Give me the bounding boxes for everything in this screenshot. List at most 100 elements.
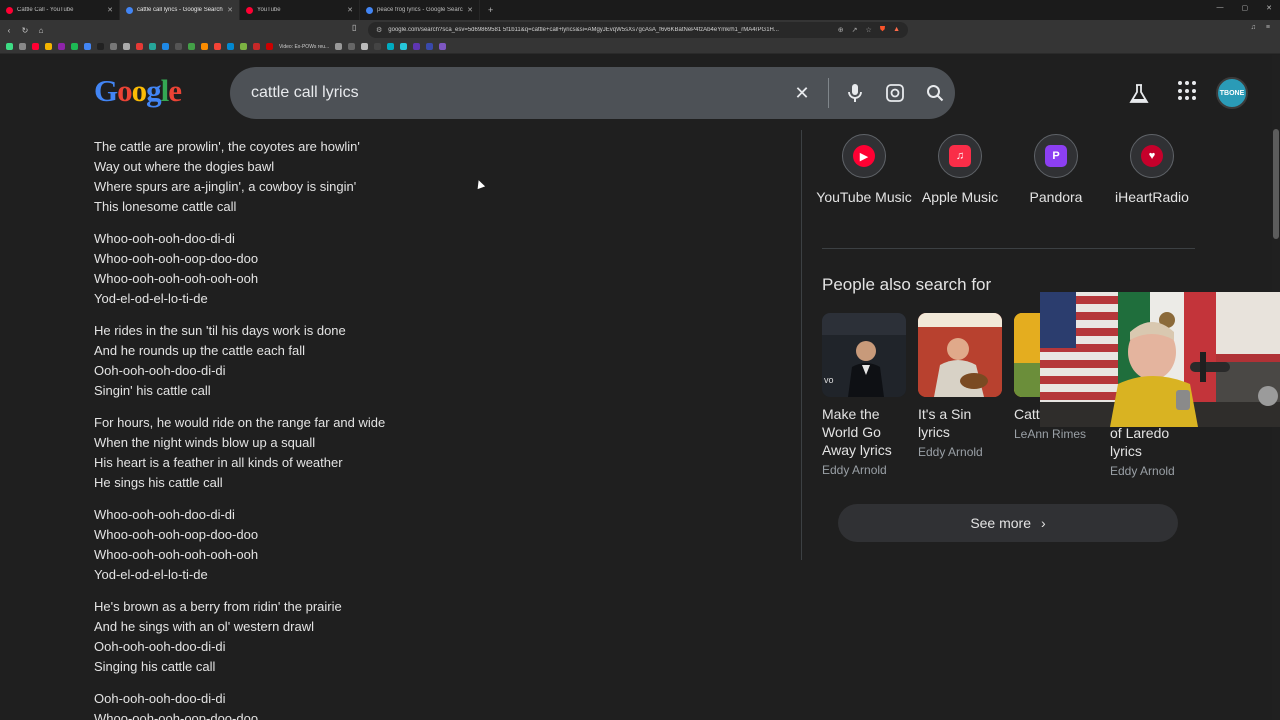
lyrics-line: Where spurs are a-jinglin', a cowboy is … (94, 179, 357, 194)
window-controls: — ▢ ✕ (1217, 4, 1273, 12)
bookmark-icon[interactable] (400, 43, 408, 50)
bookmark-icon[interactable] (387, 43, 395, 50)
chevron-right-icon: › (1041, 515, 1046, 531)
lyrics-line: Singin' his cattle call (94, 383, 211, 398)
browser-tab[interactable]: YouTube ✕ (240, 0, 360, 20)
streaming-label: Pandora (1029, 189, 1083, 205)
scrollbar-thumb[interactable] (1273, 129, 1279, 239)
menu-icon[interactable]: ≡ (1266, 24, 1270, 31)
google-logo[interactable]: Google (94, 73, 182, 109)
microphone-icon[interactable] (835, 83, 875, 103)
share-icon[interactable]: ↗ (852, 26, 858, 34)
camera-lens-icon[interactable] (875, 83, 915, 103)
people-also-search-title: People also search for (822, 275, 992, 294)
omnibox[interactable]: ⚙ google.com/search?sca_esv=5d69869581 5… (368, 22, 908, 38)
bookmark-icon[interactable] (413, 43, 421, 50)
close-tab-icon[interactable]: ✕ (467, 6, 473, 14)
bookmark-icon[interactable] (374, 43, 382, 50)
browser-tab-active[interactable]: cattle call lyrics - Google Search ✕ (120, 0, 240, 20)
browser-tab[interactable]: Cattle Call - YouTube ✕ (0, 0, 120, 20)
browser-tab[interactable]: peace frog lyrics - Google Search ✕ (360, 0, 480, 20)
site-info-icon[interactable]: ⚙ (376, 26, 382, 34)
bookmark-icon[interactable] (175, 43, 182, 50)
bookmark-icon[interactable] (348, 43, 356, 50)
clear-icon[interactable]: ✕ (782, 83, 822, 104)
close-tab-icon[interactable]: ✕ (107, 6, 113, 14)
lyrics-line: Way out where the dogies bawl (94, 159, 275, 174)
bookmark-icon[interactable] (214, 43, 221, 50)
avatar[interactable]: TBONE (1216, 77, 1248, 109)
streaming-pandora[interactable]: P Pandora (1008, 134, 1104, 208)
bookmark-icon[interactable] (201, 43, 208, 50)
see-more-button[interactable]: See more › (838, 504, 1178, 542)
bookmark-icon[interactable] (58, 43, 65, 50)
related-song-artist: Eddy Arnold (1110, 464, 1175, 478)
bookmark-icon[interactable] (426, 43, 434, 50)
close-tab-icon[interactable]: ✕ (347, 6, 353, 14)
apps-grid-icon[interactable] (1178, 81, 1198, 101)
bookmark-icon[interactable] (136, 43, 143, 50)
streaming-iheartradio[interactable]: ♥ iHeartRadio (1104, 134, 1200, 208)
minimize-icon[interactable]: — (1217, 4, 1224, 12)
streaming-youtube-music[interactable]: ▶ YouTube Music (816, 134, 912, 208)
pandora-icon: P (1045, 145, 1067, 167)
lyrics-line: Whoo-ooh-ooh-oop-doo-doo (94, 527, 259, 542)
bookmark-label[interactable]: Video: Ex-POWs reu... (279, 44, 329, 50)
bookmark-icon[interactable] (110, 43, 117, 50)
bookmark-icon[interactable] (123, 43, 130, 50)
lyrics-line: Ooh-ooh-ooh-doo-di-di (94, 691, 226, 706)
close-tab-icon[interactable]: ✕ (227, 6, 233, 14)
related-song-artist: Eddy Arnold (822, 463, 887, 477)
labs-flask-icon[interactable] (1128, 83, 1150, 110)
search-input[interactable]: cattle call lyrics (251, 84, 782, 102)
lyrics-line: Whoo-ooh-ooh-oop-doo-doo (94, 251, 259, 266)
bookmark-icon[interactable] (188, 43, 195, 50)
search-box[interactable]: cattle call lyrics ✕ (230, 67, 955, 119)
album-cover: vo (822, 313, 906, 397)
related-song-name: Make the World Go Away lyrics (822, 406, 892, 458)
iheartradio-icon: ♥ (1141, 145, 1163, 167)
zoom-icon[interactable]: ⊕ (838, 26, 844, 34)
bookmark-icon[interactable] (253, 43, 260, 50)
bookmark-icon[interactable] (227, 43, 234, 50)
bookmark-icon[interactable] (6, 43, 13, 50)
lyrics-line: He rides in the sun 'til his days work i… (94, 323, 346, 338)
related-song-name: of Laredo lyrics (1110, 425, 1170, 459)
youtube-favicon-icon (6, 6, 13, 14)
tab-title: Cattle Call - YouTube (17, 7, 74, 13)
bookmark-icon[interactable] (162, 43, 169, 50)
related-song-card[interactable]: of Laredo lyrics Eddy Arnold (1110, 424, 1196, 478)
bookmark-icon[interactable] (45, 43, 52, 50)
rewards-icon[interactable]: ▲ (893, 26, 900, 34)
bookmark-icon[interactable] (84, 43, 91, 50)
bookmark-icon[interactable] (19, 43, 26, 50)
new-tab-button[interactable]: + (480, 5, 501, 15)
lyrics-line: Yod-el-od-el-lo-ti-de (94, 567, 208, 582)
star-icon[interactable]: ☆ (866, 26, 872, 34)
bookmark-icon[interactable] (361, 43, 369, 50)
bookmark-icon[interactable] (149, 43, 156, 50)
bookmark-icon[interactable] (240, 43, 247, 50)
brave-shield-icon[interactable]: ⛊ (880, 26, 885, 34)
related-song-card[interactable]: It's a Sin lyrics Eddy Arnold (918, 313, 1004, 459)
bookmark-icon[interactable] (266, 43, 273, 50)
lyrics-line: Whoo-ooh-ooh-oop-doo-doo (94, 711, 259, 720)
bookmark-icon[interactable] (71, 43, 78, 50)
lyrics-line: Whoo-ooh-ooh-doo-di-di (94, 231, 235, 246)
url-text[interactable]: google.com/search?sca_esv=5d69869581 5f1… (388, 27, 832, 33)
bookmark-icon[interactable] (32, 43, 39, 50)
home-icon[interactable]: ⌂ (34, 26, 48, 35)
bookmark-icon[interactable] (335, 43, 343, 50)
streaming-apple-music[interactable]: ♫ Apple Music (912, 134, 1008, 208)
bookmark-icon[interactable]: ▯ (352, 23, 356, 32)
search-icon[interactable] (915, 84, 955, 102)
maximize-icon[interactable]: ▢ (1242, 4, 1249, 12)
back-icon[interactable]: ‹ (2, 26, 16, 35)
close-window-icon[interactable]: ✕ (1266, 4, 1272, 12)
lyrics-stanza: The cattle are prowlin', the coyotes are… (94, 137, 514, 217)
bookmark-icon[interactable] (97, 43, 104, 50)
related-song-card[interactable]: vo Make the World Go Away lyrics Eddy Ar… (822, 313, 908, 477)
reload-icon[interactable]: ↻ (18, 26, 32, 35)
playlist-icon[interactable]: ♫ (1251, 24, 1256, 31)
bookmark-icon[interactable] (439, 43, 447, 50)
